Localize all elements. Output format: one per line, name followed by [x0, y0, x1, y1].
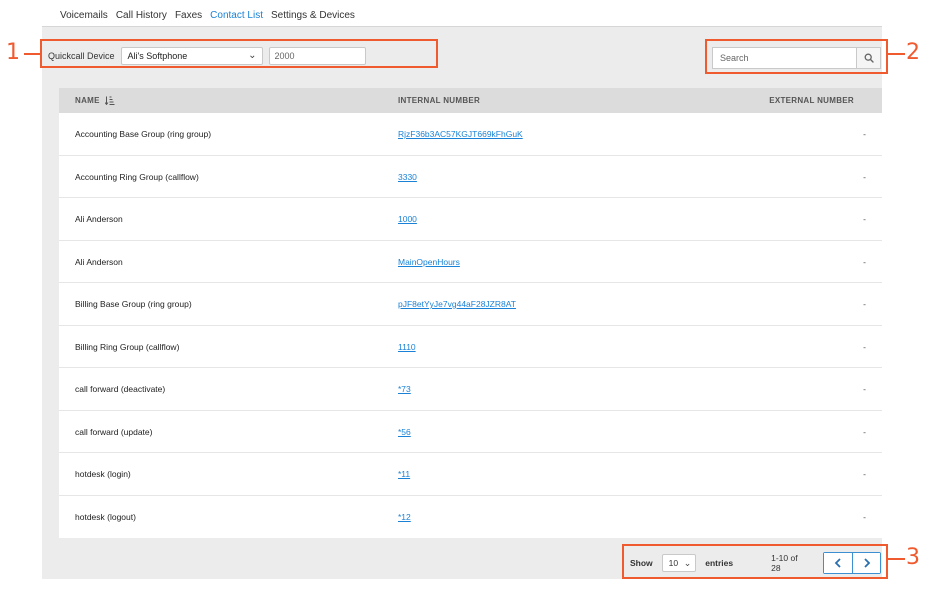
cell-name: Ali Anderson [75, 214, 123, 224]
table-header: NAME INTERNAL NUMBER EXTERNAL NUMBER [59, 88, 882, 113]
cell-name: hotdesk (login) [75, 469, 131, 479]
cell-external-number: - [863, 214, 866, 224]
cell-internal-number-link[interactable]: *11 [398, 469, 410, 479]
cell-external-number: - [863, 299, 866, 309]
callout-box-pagination [622, 544, 888, 579]
cell-external-number: - [863, 256, 866, 267]
cell-internal-number-link[interactable]: *12 [398, 512, 411, 522]
table-row: Ali Anderson MainOpenHours - [59, 241, 882, 283]
column-header-external-number[interactable]: EXTERNAL NUMBER [769, 96, 854, 105]
column-header-name-label: NAME [75, 96, 100, 105]
cell-external-number: - [863, 129, 866, 139]
column-header-internal-number[interactable]: INTERNAL NUMBER [398, 96, 480, 105]
cell-internal-number-link[interactable]: MainOpenHours [398, 257, 460, 267]
table-body: Accounting Base Group (ring group) RjzF3… [59, 113, 882, 538]
table-row: Accounting Base Group (ring group) RjzF3… [59, 113, 882, 156]
callout-number-1: 1 [6, 40, 20, 65]
callout-line-3 [888, 558, 905, 560]
cell-internal-number-link[interactable]: RjzF36b3AC57KGJT669kFhGuK [398, 129, 523, 139]
cell-external-number: - [863, 341, 866, 352]
cell-external-number: - [863, 469, 866, 479]
cell-internal-number-link[interactable]: 1000 [398, 214, 417, 224]
cell-internal-number-link[interactable]: pJF8etYyJe7vg44aF28JZR8AT [398, 299, 516, 309]
table-row: hotdesk (logout) *12 - [59, 496, 882, 539]
cell-internal-number-link[interactable]: *73 [398, 384, 411, 394]
cell-name: Ali Anderson [75, 256, 123, 267]
table-row: hotdesk (login) *11 - [59, 453, 882, 496]
cell-name: Billing Ring Group (callflow) [75, 341, 180, 352]
sort-ascending-icon [104, 96, 115, 105]
callout-line-1 [24, 53, 40, 55]
contact-table: NAME INTERNAL NUMBER EXTERNAL NUMBER Acc… [59, 88, 882, 538]
cell-name: hotdesk (logout) [75, 511, 136, 522]
table-row: call forward (deactivate) *73 - [59, 368, 882, 411]
cell-external-number: - [863, 171, 866, 182]
cell-name: Accounting Ring Group (callflow) [75, 171, 199, 182]
table-row: Accounting Ring Group (callflow) 3330 - [59, 156, 882, 198]
callout-number-2: 2 [906, 40, 920, 65]
table-row: Ali Anderson 1000 - [59, 198, 882, 241]
column-header-name[interactable]: NAME [75, 96, 115, 105]
cell-internal-number-link[interactable]: *56 [398, 427, 411, 437]
table-row: Billing Base Group (ring group) pJF8etYy… [59, 283, 882, 326]
cell-internal-number-link[interactable]: 3330 [398, 172, 417, 182]
callout-box-quickcall [40, 39, 438, 68]
callout-line-2 [888, 53, 905, 55]
cell-name: call forward (deactivate) [75, 384, 166, 394]
cell-external-number: - [863, 426, 866, 437]
table-row: Billing Ring Group (callflow) 1110 - [59, 326, 882, 368]
cell-external-number: - [863, 511, 866, 522]
cell-name: call forward (update) [75, 426, 153, 437]
cell-external-number: - [863, 384, 866, 394]
cell-name: Billing Base Group (ring group) [75, 299, 192, 309]
callout-box-search [705, 39, 888, 74]
callout-number-3: 3 [906, 545, 920, 570]
table-row: call forward (update) *56 - [59, 411, 882, 453]
cell-internal-number-link[interactable]: 1110 [398, 342, 416, 352]
cell-name: Accounting Base Group (ring group) [75, 129, 212, 139]
